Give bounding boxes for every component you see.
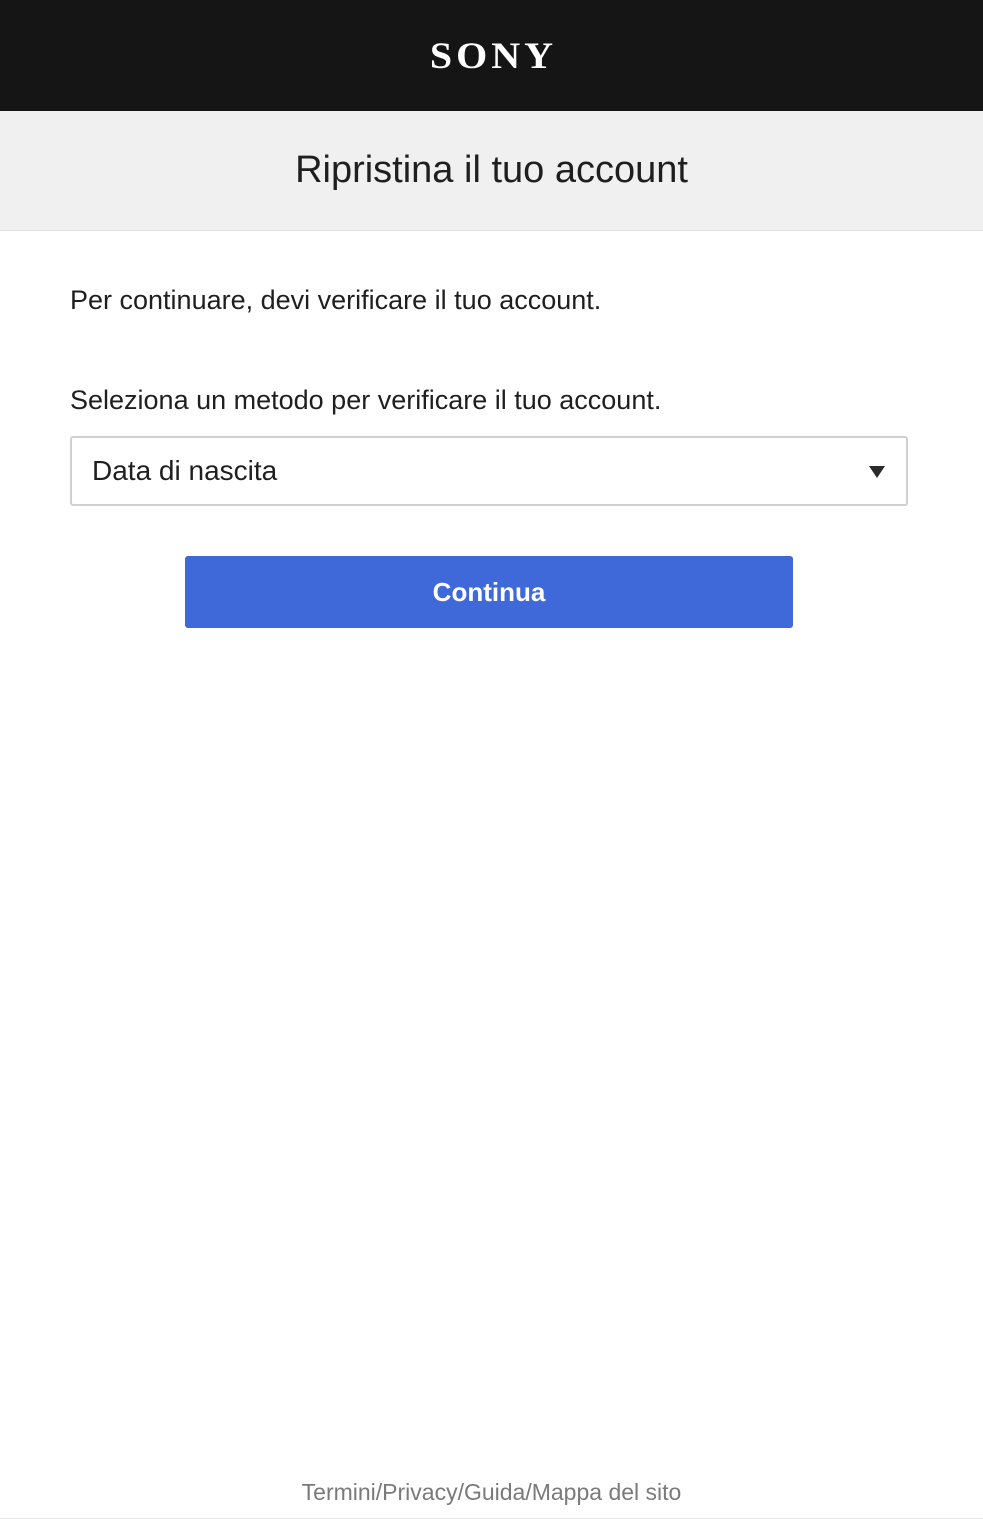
footer-divider [0,1518,983,1519]
chevron-down-icon [869,466,885,478]
page-title: Ripristina il tuo account [295,149,688,191]
intro-text: Per continuare, devi verificare il tuo a… [70,285,602,315]
top-header: SONY [0,0,983,111]
continue-button[interactable]: Continua [185,556,793,628]
verification-method-select[interactable]: Data di nascita [70,436,908,506]
footer-link-privacy[interactable]: Privacy [382,1479,457,1505]
footer-link-terms[interactable]: Termini [302,1479,376,1505]
footer-link-help[interactable]: Guida [464,1479,525,1505]
footer: Termini/Privacy/Guida/Mappa del sito [0,1476,983,1508]
selected-method-value: Data di nascita [92,455,278,486]
title-bar: Ripristina il tuo account [0,111,983,231]
sony-logo: SONY [429,34,558,77]
method-label: Seleziona un metodo per verificare il tu… [70,385,662,415]
footer-link-sitemap[interactable]: Mappa del sito [532,1479,682,1505]
